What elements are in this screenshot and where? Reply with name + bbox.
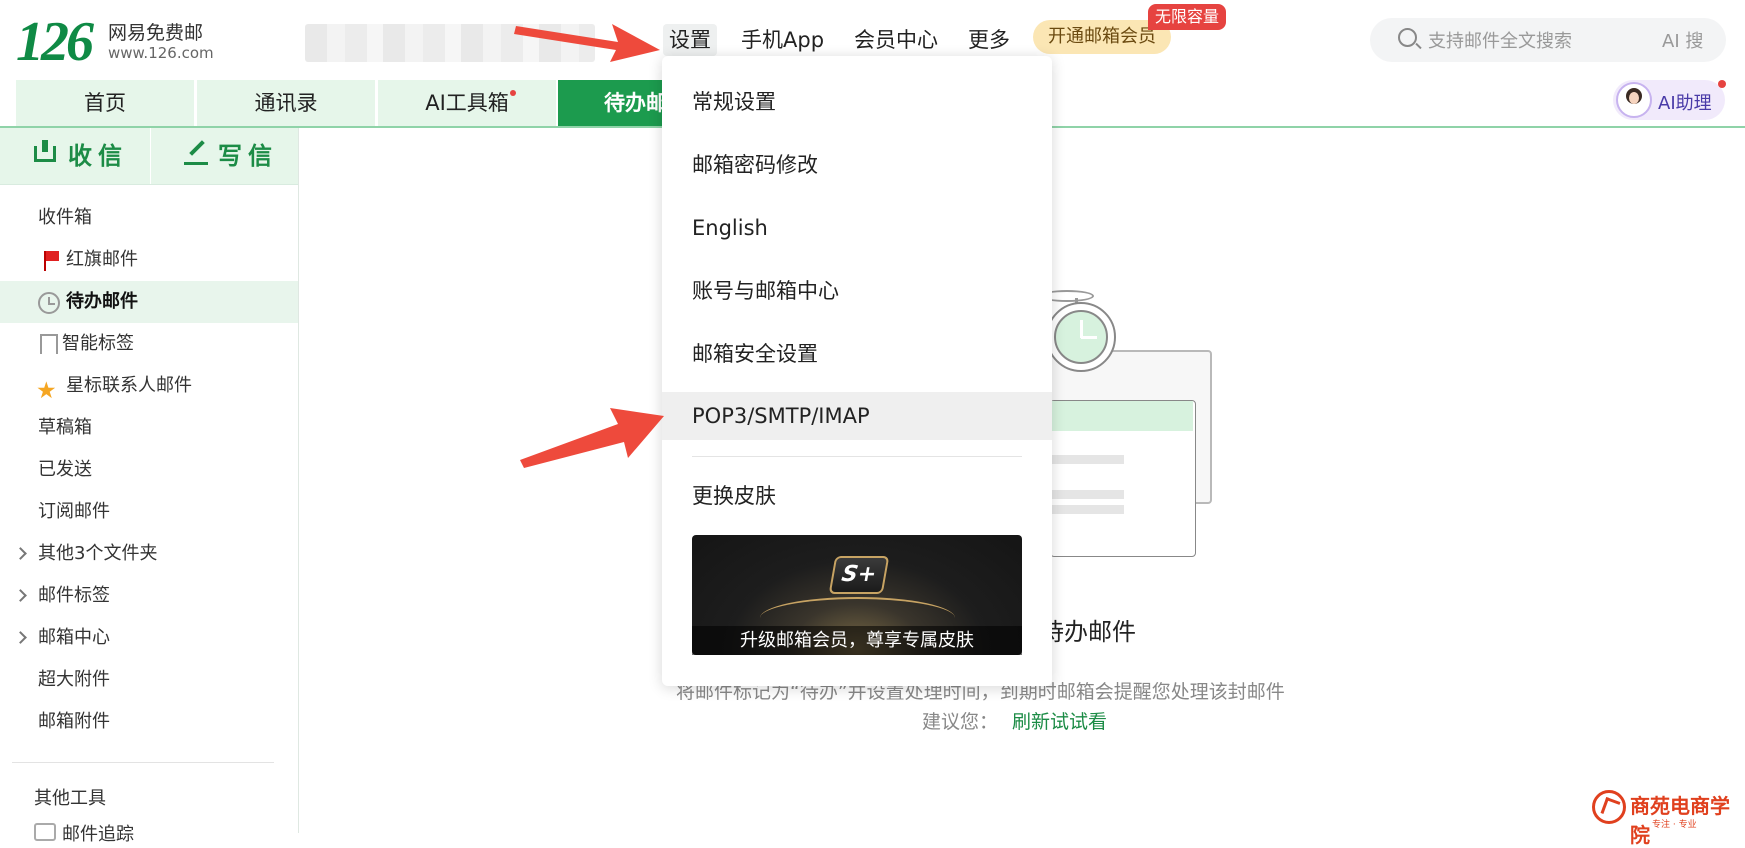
skin-banner-caption[interactable]: 升级邮箱会员，尊享专属皮肤 [692,626,1022,655]
menu-item-label: 更换皮肤 [692,484,776,508]
stopwatch-hand [1081,336,1097,339]
menu-item-label: 账号与邮箱中心 [692,279,839,303]
mail-tracking-link[interactable]: 邮件追踪 [62,820,134,846]
folder-sent[interactable]: 已发送 [0,449,298,491]
write-mail-label[interactable]: 写信 [218,128,278,184]
search-icon [1398,28,1417,47]
empty-illustration-band [1051,401,1193,431]
menu-item-general-settings[interactable]: 常规设置 [662,78,1052,126]
search-input[interactable]: 支持邮件全文搜索 [1428,27,1572,53]
menu-item-label: 常规设置 [692,90,776,114]
mail-tracking-icon [34,823,56,841]
star-icon: ★ [36,378,57,404]
folder-drafts[interactable]: 草稿箱 [0,407,298,449]
menu-item-label: English [692,216,768,240]
divider [0,184,298,185]
logo-126[interactable]: 126 [16,12,94,72]
menu-item-security-settings[interactable]: 邮箱安全设置 [662,330,1052,378]
ai-assistant-label[interactable]: AI助理 [1658,89,1712,115]
illustration-line [1052,505,1124,514]
folder-label: 邮件标签 [38,585,110,606]
folder-mailbox-center[interactable]: 邮箱中心 [0,617,298,659]
empty-state-title: 待办邮件 [1040,618,1136,646]
tag-icon [40,334,58,354]
tab-contacts[interactable]: 通讯录 [197,80,375,126]
menu-item-english[interactable]: English [662,204,1052,252]
logo-url: www.126.com [108,44,214,62]
folder-flagged[interactable]: 红旗邮件 [0,239,298,281]
suggest-label: 建议您： [922,711,999,733]
logo-name: 网易免费邮 [108,22,204,44]
divider [12,762,274,763]
menu-item-label: POP3/SMTP/IMAP [692,404,870,428]
more-menu-button[interactable]: 更多 [968,24,1010,56]
folder-label: 邮箱中心 [38,627,110,648]
folder-mail-tags[interactable]: 邮件标签 [0,575,298,617]
tab-home[interactable]: 首页 [16,80,194,126]
menu-item-account-center[interactable]: 账号与邮箱中心 [662,267,1052,315]
clock-icon [38,292,60,314]
annotation-arrow-icon [514,24,660,62]
watermark-subtext: 专注 · 专业 [1652,820,1697,830]
notification-dot [510,90,516,96]
folder-inbox[interactable]: 收件箱 [0,197,298,239]
notification-dot [1718,80,1726,88]
pencil-icon-base [184,162,208,165]
folder-label: 订阅邮件 [38,501,110,522]
folder-label: 邮箱附件 [38,711,110,732]
menu-item-label: 邮箱密码修改 [692,153,818,177]
menu-item-label: 邮箱安全设置 [692,342,818,366]
folder-label: 草稿箱 [38,417,92,438]
other-tools-heading: 其他工具 [34,788,106,809]
watermark-logo-icon [1592,790,1626,824]
vip-center-link[interactable]: 会员中心 [854,24,938,56]
tab-ai-toolbox[interactable]: AI工具箱 [378,80,556,126]
folder-label: 星标联系人邮件 [66,375,192,396]
folder-label: 超大附件 [38,669,110,690]
folder-todo[interactable]: 待办邮件 [0,281,298,323]
folder-other-folders[interactable]: 其他3个文件夹 [0,533,298,575]
chevron-right-icon[interactable] [14,631,27,644]
folder-label: 其他3个文件夹 [38,543,158,564]
ai-assistant-avatar[interactable] [1616,82,1652,118]
folder-large-attachments[interactable]: 超大附件 [0,659,298,701]
unlimited-capacity-badge: 无限容量 [1148,4,1227,30]
ai-search-button[interactable]: AI 搜 [1662,27,1703,53]
menu-item-change-password[interactable]: 邮箱密码修改 [662,141,1052,189]
folder-label: 已发送 [38,459,92,480]
folder-mail-attachments[interactable]: 邮箱附件 [0,701,298,743]
tab-todo-mail[interactable]: 待办邮 [558,80,678,126]
folder-label: 智能标签 [62,333,134,354]
flag-icon [44,251,59,271]
folder-smart-tags[interactable]: 智能标签 [0,323,298,365]
folder-label: 红旗邮件 [66,249,138,270]
menu-item-pop3-smtp-imap[interactable]: POP3/SMTP/IMAP [662,392,1052,440]
annotation-arrow-icon [520,408,664,468]
receive-mail-label[interactable]: 收信 [68,128,128,184]
mobile-app-link[interactable]: 手机App [741,24,824,56]
chevron-right-icon[interactable] [14,589,27,602]
refresh-link[interactable]: 刷新试试看 [1012,707,1107,734]
folder-label: 收件箱 [38,207,92,228]
menu-item-change-skin[interactable]: 更换皮肤 [662,472,1052,520]
folder-label: 待办邮件 [66,291,138,312]
svip-logo-icon: S+ [828,556,890,594]
menu-divider [692,456,1022,457]
settings-menu-button[interactable]: 设置 [663,24,717,56]
folder-starred-contacts[interactable]: ★ 星标联系人邮件 [0,365,298,407]
folder-subscriptions[interactable]: 订阅邮件 [0,491,298,533]
chevron-right-icon[interactable] [14,547,27,560]
illustration-line [1052,455,1124,464]
illustration-line [1052,490,1124,499]
